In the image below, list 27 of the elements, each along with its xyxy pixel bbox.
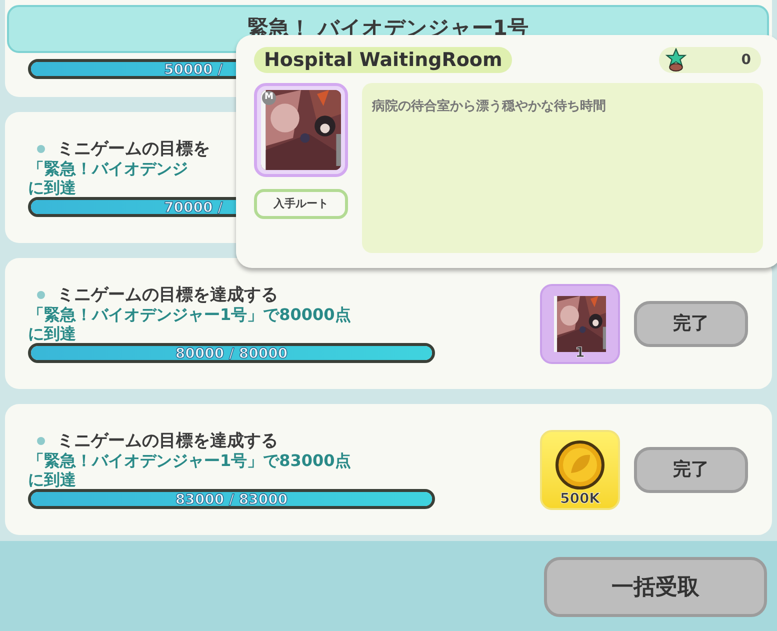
coin-icon [555,440,605,490]
mission-title: ミニゲームの目標を達成する [57,284,278,304]
complete-button[interactable]: 完了 [634,300,748,346]
mission-detail: に到達 [28,324,76,342]
mission-title: ミニゲームの目標を達成する [57,430,278,450]
mission-detail: 「緊急！バイオデンジャー1号」で83000点 [28,450,352,470]
progress-reading: 50000 / [164,62,223,76]
complete-button[interactable]: 完了 [634,446,748,492]
description-text: 病院の待合室から漂う穏やかな待ち時間 [372,99,606,114]
route-button[interactable]: 入手ルート [254,189,348,219]
mission-detail: に到達 [28,470,76,488]
mission-detail: 「緊急！バイオデンジ [28,158,189,178]
progress-reading: 70000 / [164,200,223,214]
reward-count: 500K [560,490,600,508]
popup-title: Hospital WaitingRoom [254,47,512,73]
progress-reading: 83000 / 83000 [175,492,288,506]
progress-reading: 80000 / 80000 [175,346,288,360]
mission-detail: に到達 [28,178,76,196]
bullet-icon [37,290,45,298]
bullet-icon [37,144,45,152]
mission-detail: 「緊急！バイオデンジャー1号」で80000点 [28,304,352,324]
claim-all-button[interactable]: 一括受取 [544,557,767,617]
reward-tile[interactable]: 500K [540,430,620,510]
star-pot-icon [665,48,687,72]
count-value: 0 [741,50,751,70]
bullet-icon [37,436,45,444]
mission-title: ミニゲームの目標を [57,138,210,158]
